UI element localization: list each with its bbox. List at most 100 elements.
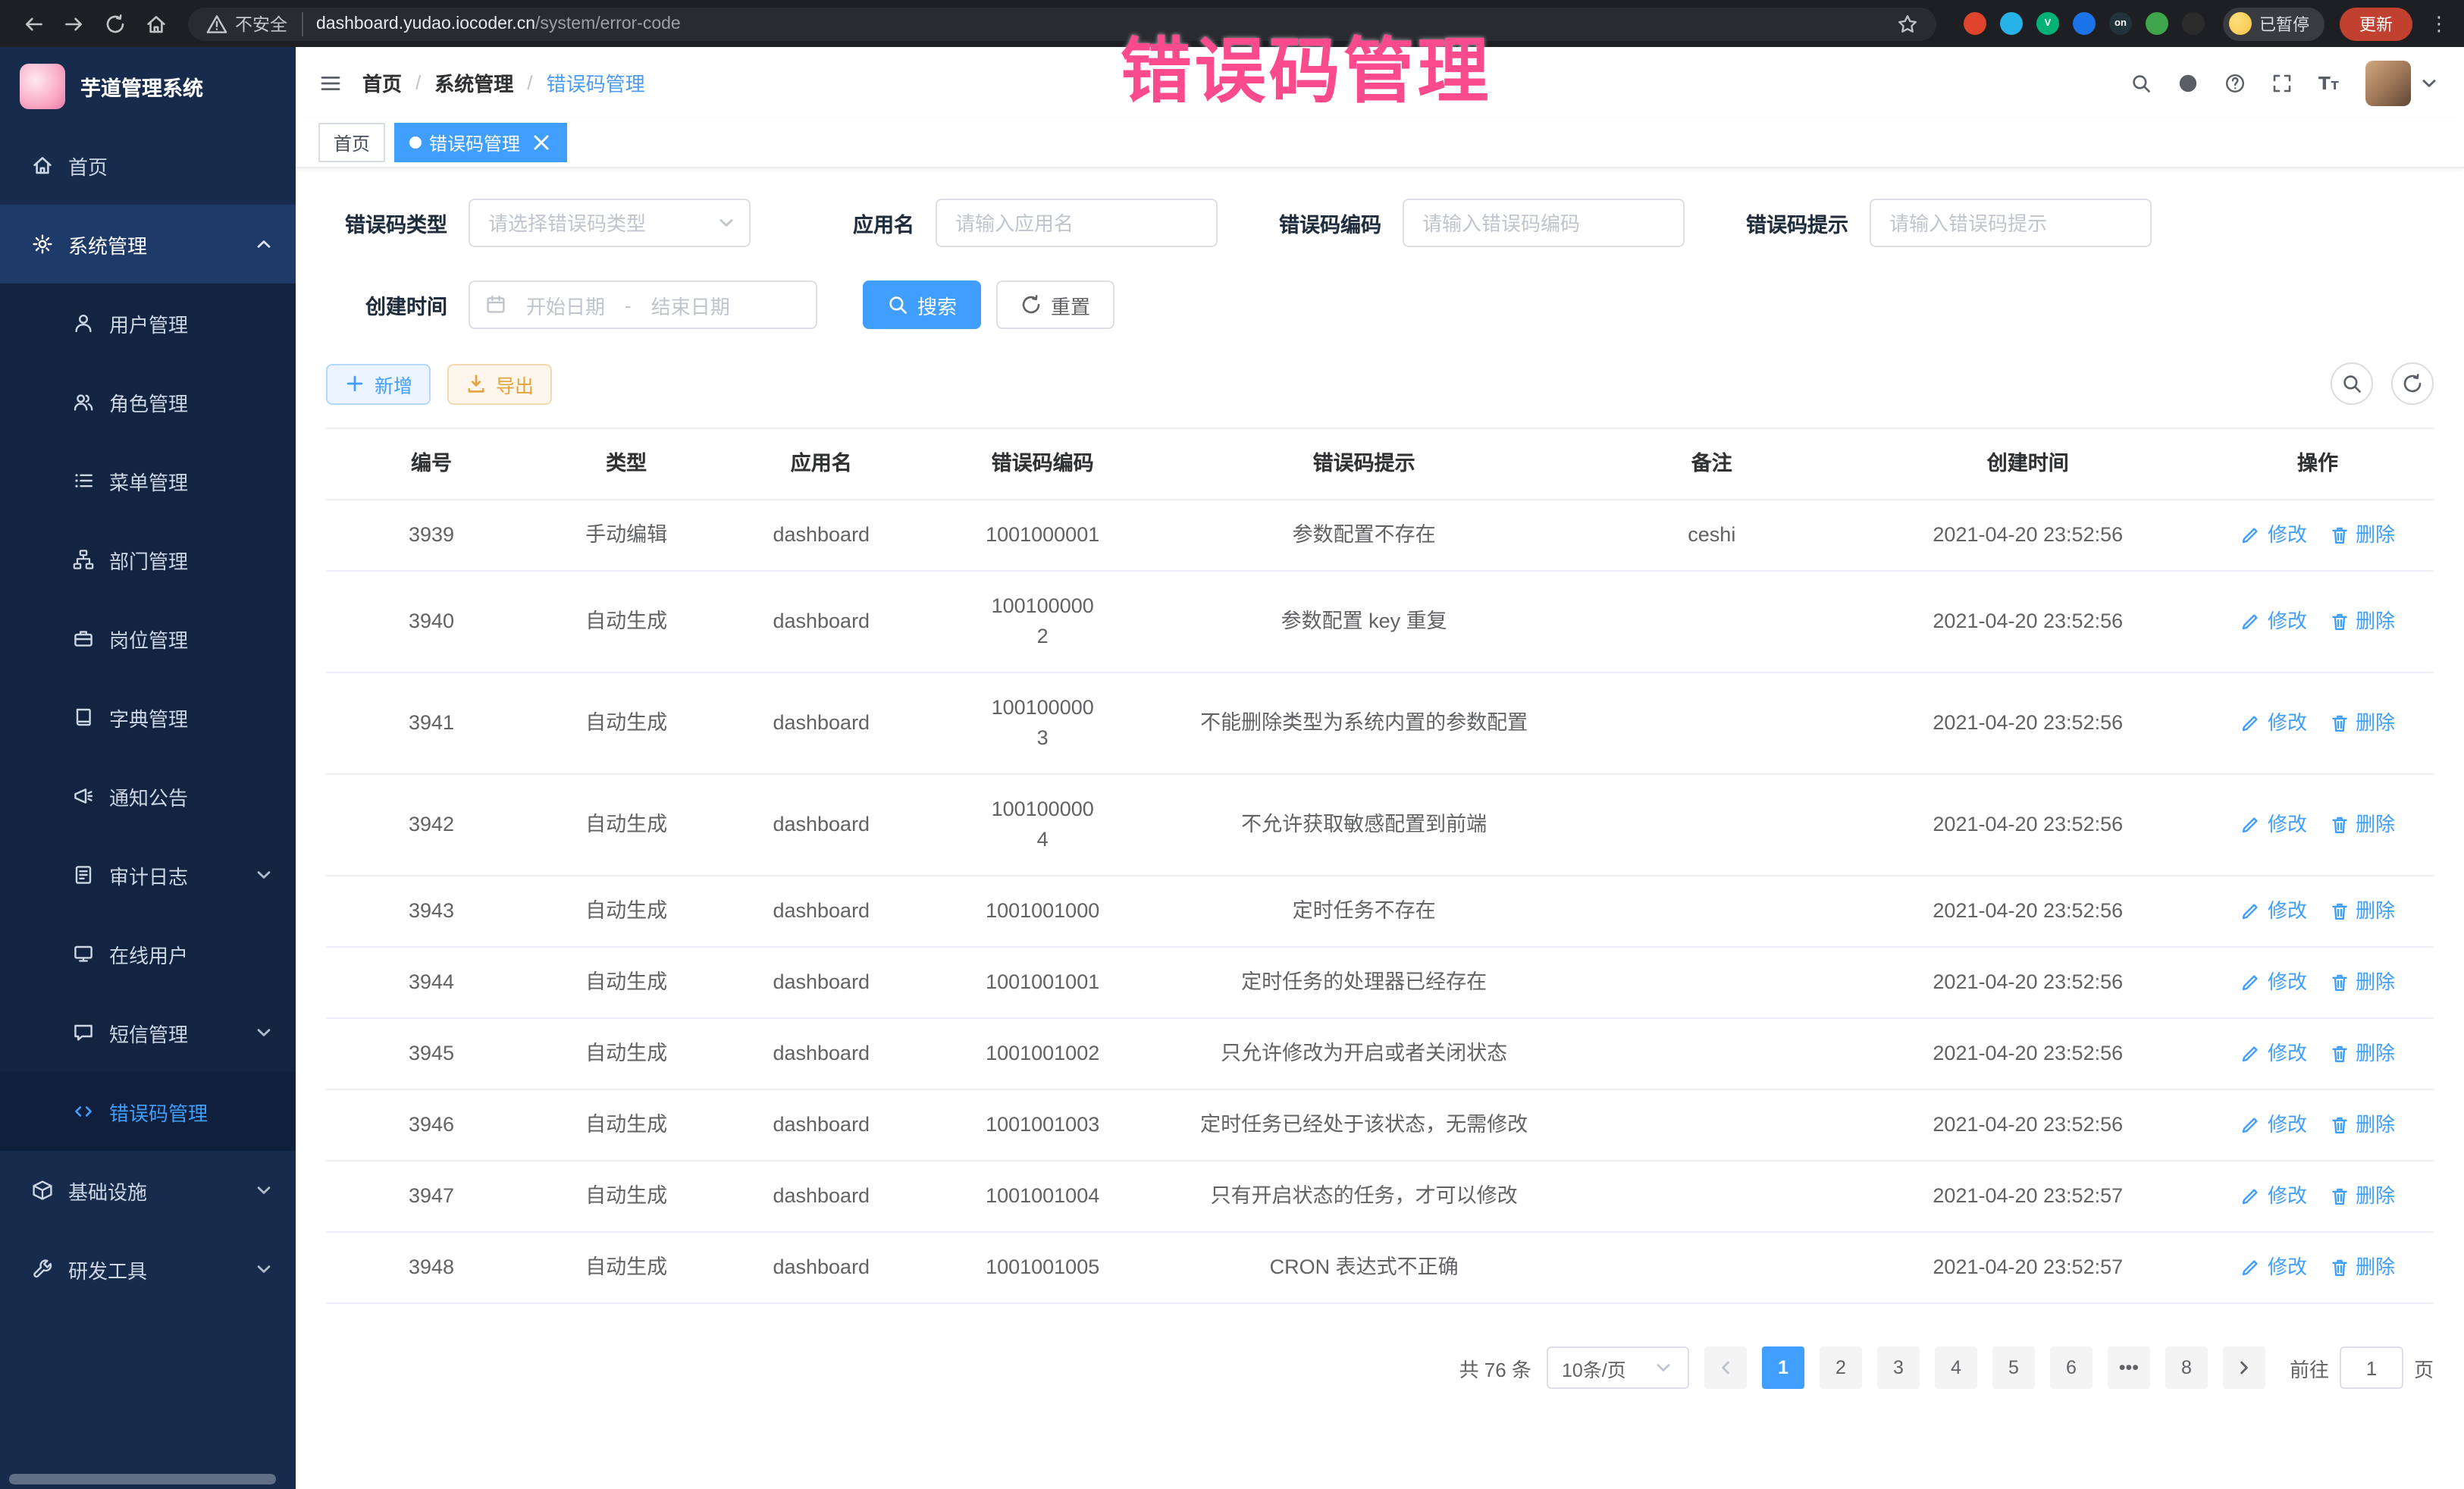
- page-size-select[interactable]: 10条/页: [1547, 1346, 1689, 1389]
- page-button[interactable]: 6: [2050, 1346, 2093, 1389]
- breadcrumb-item[interactable]: 错误码管理: [547, 68, 645, 97]
- cell-type: 自动生成: [537, 1233, 716, 1302]
- sidebar-item[interactable]: 菜单管理: [0, 441, 296, 520]
- logo-row[interactable]: 芋道管理系统: [0, 47, 296, 126]
- profile-paused-badge[interactable]: 已暂停: [2223, 7, 2324, 40]
- sidebar-item[interactable]: 字典管理: [0, 678, 296, 757]
- wrench-icon: [32, 1259, 53, 1280]
- chevron-down-icon: [253, 864, 274, 886]
- edit-link[interactable]: 修改: [2240, 520, 2307, 550]
- browser-nav-button[interactable]: [56, 6, 91, 41]
- add-button[interactable]: 新增: [326, 363, 431, 404]
- sidebar-item[interactable]: 审计日志: [0, 835, 296, 914]
- delete-link[interactable]: 删除: [2328, 1110, 2395, 1140]
- security-chip[interactable]: 不安全: [206, 11, 303, 36]
- date-range-picker[interactable]: 开始日期 - 结束日期: [469, 281, 817, 329]
- filter-input[interactable]: [936, 199, 1218, 247]
- edit-link[interactable]: 修改: [2240, 967, 2307, 998]
- sidebar-item-label: 通知公告: [109, 782, 188, 810]
- browser-nav-button[interactable]: [138, 6, 173, 41]
- edit-link[interactable]: 修改: [2240, 1039, 2307, 1069]
- filter-input[interactable]: [469, 199, 751, 247]
- page-button[interactable]: 8: [2165, 1346, 2208, 1389]
- extension-icon[interactable]: [1964, 12, 1986, 35]
- cell-message: 定时任务不存在: [1158, 876, 1569, 946]
- refresh-table-button[interactable]: [2391, 362, 2434, 405]
- cell-app: dashboard: [716, 500, 926, 570]
- sidebar-item[interactable]: 错误码管理: [0, 1072, 296, 1151]
- delete-link[interactable]: 删除: [2328, 607, 2395, 637]
- page-button[interactable]: 3: [1877, 1346, 1920, 1389]
- address-bar[interactable]: 不安全 dashboard.yudao.iocoder.cn /system/e…: [188, 7, 1936, 40]
- delete-link[interactable]: 删除: [2328, 1252, 2395, 1283]
- sidebar-item[interactable]: 部门管理: [0, 520, 296, 599]
- page-button[interactable]: 4: [1935, 1346, 1977, 1389]
- tab[interactable]: 首页: [318, 123, 385, 162]
- extension-icon[interactable]: V: [2036, 12, 2059, 35]
- next-page-button[interactable]: [2223, 1346, 2265, 1389]
- search-button[interactable]: 搜索: [863, 281, 981, 329]
- browser-nav-button[interactable]: [15, 6, 50, 41]
- sidebar-item[interactable]: 研发工具: [0, 1230, 296, 1309]
- browser-nav-button[interactable]: [97, 6, 132, 41]
- browser-menu-icon[interactable]: ⋮: [2429, 11, 2449, 36]
- edit-link[interactable]: 修改: [2240, 1110, 2307, 1140]
- chevron-down-icon: [253, 1259, 274, 1280]
- edit-link[interactable]: 修改: [2240, 810, 2307, 840]
- edit-link[interactable]: 修改: [2240, 1181, 2307, 1212]
- sidebar-item[interactable]: 在线用户: [0, 914, 296, 993]
- page-button[interactable]: 5: [1992, 1346, 2035, 1389]
- toggle-search-button[interactable]: [2331, 362, 2373, 405]
- download-icon: [466, 373, 487, 394]
- filter-input[interactable]: [1870, 199, 2152, 247]
- browser-update-button[interactable]: 更新: [2340, 7, 2412, 40]
- sidebar-item[interactable]: 角色管理: [0, 362, 296, 441]
- page-button[interactable]: 2: [1820, 1346, 1862, 1389]
- sidebar-scrollbar[interactable]: [9, 1474, 276, 1484]
- bookmark-star-icon[interactable]: [1897, 13, 1918, 34]
- font-size-icon[interactable]: [2318, 72, 2340, 93]
- fullscreen-icon[interactable]: [2271, 72, 2293, 93]
- delete-link[interactable]: 删除: [2328, 967, 2395, 998]
- sidebar-item[interactable]: 短信管理: [0, 993, 296, 1072]
- export-button[interactable]: 导出: [447, 363, 552, 404]
- edit-link[interactable]: 修改: [2240, 607, 2307, 637]
- hamburger-icon[interactable]: [320, 72, 341, 93]
- search-icon[interactable]: [2130, 72, 2152, 93]
- extension-icon[interactable]: [2073, 12, 2096, 35]
- sidebar-item[interactable]: 基础设施: [0, 1151, 296, 1230]
- filter-input[interactable]: [1403, 199, 1685, 247]
- breadcrumb-item[interactable]: 系统管理: [434, 68, 513, 97]
- delete-link[interactable]: 删除: [2328, 1181, 2395, 1212]
- user-avatar[interactable]: [2365, 60, 2440, 105]
- page-button[interactable]: 1: [1762, 1346, 1804, 1389]
- delete-link[interactable]: 删除: [2328, 708, 2395, 738]
- sidebar-item[interactable]: 系统管理: [0, 205, 296, 284]
- prev-page-button[interactable]: [1704, 1346, 1747, 1389]
- sidebar-item[interactable]: 用户管理: [0, 284, 296, 362]
- delete-link[interactable]: 删除: [2328, 810, 2395, 840]
- delete-link[interactable]: 删除: [2328, 896, 2395, 926]
- edit-link[interactable]: 修改: [2240, 708, 2307, 738]
- question-icon[interactable]: [2224, 72, 2246, 93]
- reset-button[interactable]: 重置: [996, 281, 1114, 329]
- extension-icon[interactable]: [2182, 12, 2205, 35]
- extension-icon[interactable]: on: [2109, 12, 2132, 35]
- delete-link[interactable]: 删除: [2328, 1039, 2395, 1069]
- sidebar-item[interactable]: 首页: [0, 126, 296, 205]
- delete-link[interactable]: 删除: [2328, 520, 2395, 550]
- close-icon[interactable]: [531, 132, 552, 153]
- sidebar-item[interactable]: 岗位管理: [0, 599, 296, 678]
- goto-page-input[interactable]: [2340, 1346, 2403, 1389]
- column-header: 应用名: [716, 429, 926, 499]
- github-icon[interactable]: [2177, 72, 2199, 93]
- page-button[interactable]: •••: [2108, 1346, 2150, 1389]
- sidebar-item[interactable]: 通知公告: [0, 757, 296, 835]
- edit-link[interactable]: 修改: [2240, 1252, 2307, 1283]
- tab[interactable]: 错误码管理: [394, 123, 567, 162]
- breadcrumb-item[interactable]: 首页: [362, 68, 402, 97]
- cell-type: 自动生成: [537, 876, 716, 946]
- edit-link[interactable]: 修改: [2240, 896, 2307, 926]
- extension-icon[interactable]: [2146, 12, 2168, 35]
- extension-icon[interactable]: [2000, 12, 2023, 35]
